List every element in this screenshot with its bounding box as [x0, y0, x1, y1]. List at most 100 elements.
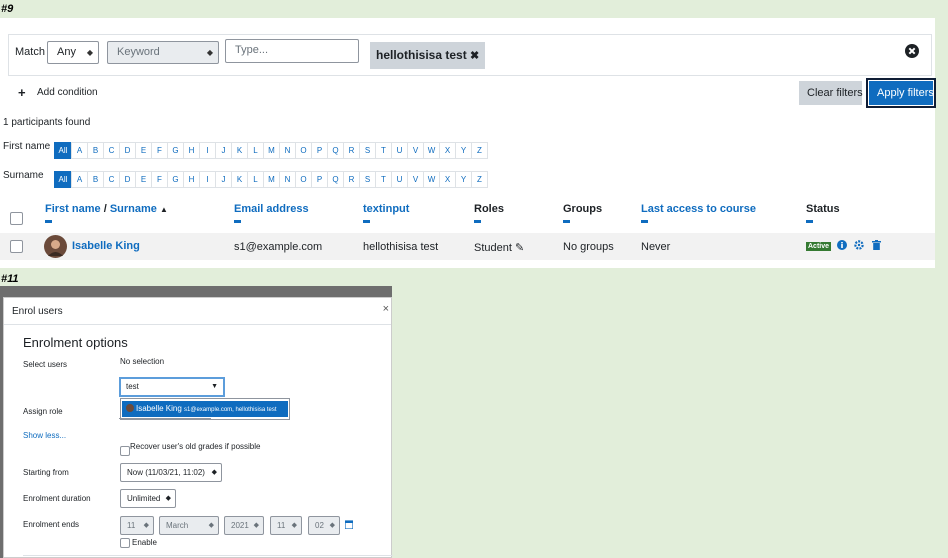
- first-name-initial-h[interactable]: H: [183, 142, 200, 159]
- surname-initial-all[interactable]: All: [54, 171, 72, 188]
- surname-initial-n[interactable]: N: [279, 171, 296, 188]
- surname-initial-y[interactable]: Y: [455, 171, 472, 188]
- recover-grades-checkbox[interactable]: [120, 446, 130, 456]
- first-name-initial-d[interactable]: D: [119, 142, 136, 159]
- surname-initial-a[interactable]: A: [71, 171, 88, 188]
- first-name-initial-n[interactable]: N: [279, 142, 296, 159]
- show-less-link[interactable]: Show less...: [23, 431, 66, 440]
- surname-initial-d[interactable]: D: [119, 171, 136, 188]
- starting-from-select[interactable]: Now (11/03/21, 11:02) ◆: [120, 463, 222, 482]
- first-name-initial-c[interactable]: C: [103, 142, 120, 159]
- first-name-initial-z[interactable]: Z: [471, 142, 488, 159]
- surname-initial-q[interactable]: Q: [327, 171, 344, 188]
- user-search-input[interactable]: test ▼: [119, 377, 225, 397]
- surname-initial-x[interactable]: X: [439, 171, 456, 188]
- sort-email-link[interactable]: Email address: [234, 203, 309, 215]
- sort-surname-link[interactable]: Surname: [110, 203, 157, 215]
- surname-initial-s[interactable]: S: [359, 171, 376, 188]
- times-circle-icon[interactable]: [905, 44, 919, 58]
- collapse-textinput-icon[interactable]: [363, 220, 370, 223]
- match-select[interactable]: Any ◆: [47, 41, 99, 64]
- participant-name-link[interactable]: Isabelle King: [72, 240, 140, 252]
- suggestion-item[interactable]: Isabelle King s1@example.com, hellothisi…: [122, 401, 288, 417]
- first-name-initial-l[interactable]: L: [247, 142, 264, 159]
- first-name-initial-t[interactable]: T: [375, 142, 392, 159]
- first-name-initial-m[interactable]: M: [263, 142, 280, 159]
- filter-chip[interactable]: hellothisisa test ✖: [370, 42, 486, 69]
- first-name-initial-s[interactable]: S: [359, 142, 376, 159]
- apply-filters-button[interactable]: Apply filters: [866, 78, 936, 108]
- first-name-initial-r[interactable]: R: [343, 142, 360, 159]
- surname-initial-h[interactable]: H: [183, 171, 200, 188]
- first-name-initial-u[interactable]: U: [391, 142, 408, 159]
- surname-initial-j[interactable]: J: [215, 171, 232, 188]
- surname-initial-z[interactable]: Z: [471, 171, 488, 188]
- surname-initial-r[interactable]: R: [343, 171, 360, 188]
- surname-initial-g[interactable]: G: [167, 171, 184, 188]
- filter-type-input[interactable]: Type...: [225, 39, 359, 63]
- plus-icon[interactable]: +: [18, 85, 26, 100]
- info-icon[interactable]: [837, 240, 847, 250]
- first-name-initial-g[interactable]: G: [167, 142, 184, 159]
- first-name-initial-o[interactable]: O: [295, 142, 312, 159]
- collapse-status-icon[interactable]: [806, 220, 813, 223]
- first-name-initial-j[interactable]: J: [215, 142, 232, 159]
- collapse-email-icon[interactable]: [234, 220, 241, 223]
- collapse-first-name-icon[interactable]: [45, 220, 52, 223]
- surname-initial-k[interactable]: K: [231, 171, 248, 188]
- surname-initial-m[interactable]: M: [263, 171, 280, 188]
- select-all-checkbox[interactable]: [10, 212, 23, 225]
- first-name-initial-w[interactable]: W: [423, 142, 440, 159]
- surname-initial-b[interactable]: B: [87, 171, 104, 188]
- surname-initial-u[interactable]: U: [391, 171, 408, 188]
- first-name-initial-k[interactable]: K: [231, 142, 248, 159]
- pencil-icon[interactable]: ✎: [515, 242, 524, 254]
- first-name-initial-q[interactable]: Q: [327, 142, 344, 159]
- first-name-initial-p[interactable]: P: [311, 142, 328, 159]
- surname-initial-i[interactable]: I: [199, 171, 216, 188]
- collapse-groups-icon[interactable]: [563, 220, 570, 223]
- surname-initial-v[interactable]: V: [407, 171, 424, 188]
- add-condition-button[interactable]: Add condition: [37, 87, 98, 98]
- ends-hour-select[interactable]: 11 ◆: [270, 516, 302, 535]
- ends-minute-select[interactable]: 02 ◆: [308, 516, 340, 535]
- duration-select[interactable]: Unlimited ◆: [120, 489, 176, 508]
- surname-initial-l[interactable]: L: [247, 171, 264, 188]
- enable-end-date-checkbox[interactable]: [120, 538, 130, 548]
- clear-filters-button[interactable]: Clear filters: [799, 81, 863, 105]
- first-name-initial-b[interactable]: B: [87, 142, 104, 159]
- close-icon[interactable]: ×: [383, 303, 389, 315]
- calendar-icon[interactable]: [345, 520, 353, 529]
- chip-remove-icon[interactable]: ✖: [470, 50, 479, 62]
- ends-day-select[interactable]: 11 ◆: [120, 516, 154, 535]
- first-name-initial-a[interactable]: A: [71, 142, 88, 159]
- sort-first-name-link[interactable]: First name: [45, 203, 101, 215]
- collapse-last-access-icon[interactable]: [641, 220, 648, 223]
- first-name-initial-all[interactable]: All: [54, 142, 72, 159]
- surname-initial-f[interactable]: F: [151, 171, 168, 188]
- first-name-initial-i[interactable]: I: [199, 142, 216, 159]
- surname-initial-c[interactable]: C: [103, 171, 120, 188]
- surname-initial-w[interactable]: W: [423, 171, 440, 188]
- sort-textinput-link[interactable]: textinput: [363, 203, 409, 215]
- first-name-initial-v[interactable]: V: [407, 142, 424, 159]
- filter-type-select[interactable]: Keyword ◆: [107, 41, 219, 64]
- ends-year-select[interactable]: 2021 ◆: [224, 516, 264, 535]
- dialog-divider: [4, 324, 391, 325]
- first-name-initial-x[interactable]: X: [439, 142, 456, 159]
- surname-initial-t[interactable]: T: [375, 171, 392, 188]
- sort-last-access-link[interactable]: Last access to course: [641, 203, 756, 215]
- first-name-initial-e[interactable]: E: [135, 142, 152, 159]
- first-name-initial-y[interactable]: Y: [455, 142, 472, 159]
- surname-initial-o[interactable]: O: [295, 171, 312, 188]
- gear-icon[interactable]: [854, 240, 864, 250]
- row-checkbox[interactable]: [10, 240, 23, 253]
- ends-month-select[interactable]: March ◆: [159, 516, 219, 535]
- assign-role-select-edge[interactable]: [119, 418, 211, 419]
- collapse-roles-icon[interactable]: [474, 220, 481, 223]
- first-name-initial-f[interactable]: F: [151, 142, 168, 159]
- surname-initial-e[interactable]: E: [135, 171, 152, 188]
- caret-down-icon[interactable]: ▼: [211, 379, 218, 395]
- trash-icon[interactable]: [872, 240, 881, 250]
- surname-initial-p[interactable]: P: [311, 171, 328, 188]
